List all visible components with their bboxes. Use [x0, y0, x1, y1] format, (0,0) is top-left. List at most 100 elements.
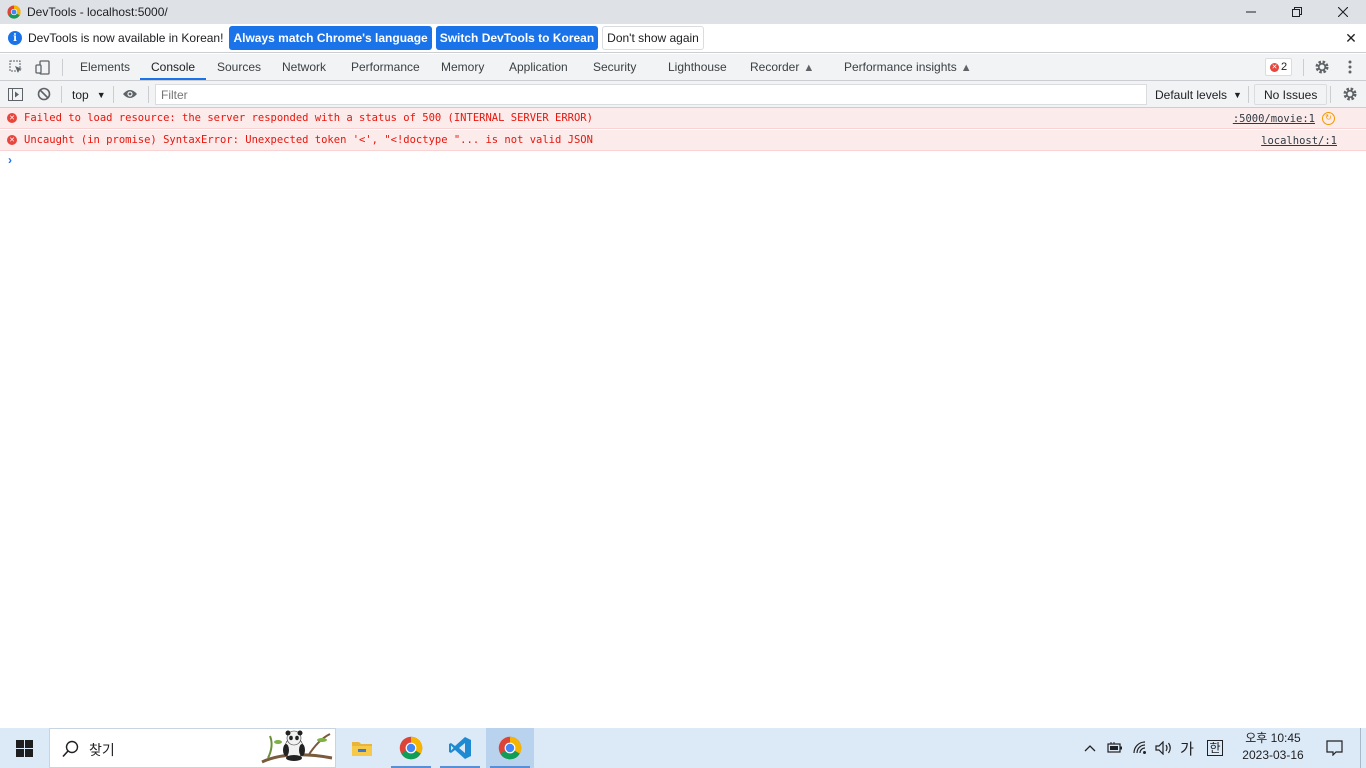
folder-icon — [352, 742, 372, 756]
error-icon: ✕ — [7, 135, 17, 145]
minimize-button[interactable] — [1228, 0, 1274, 24]
error-count: 2 — [1281, 61, 1288, 73]
chrome-devtools-taskbar-button[interactable] — [486, 728, 534, 768]
chevron-down-icon: ▼ — [1233, 89, 1242, 100]
vscode-taskbar-button[interactable] — [436, 728, 484, 768]
error-text: Uncaught (in promise) SyntaxError: Unexp… — [24, 134, 593, 146]
issues-button[interactable]: No Issues — [1254, 84, 1328, 105]
chevron-down-icon: ▼ — [96, 89, 106, 100]
settings-gear-icon[interactable] — [1314, 59, 1330, 75]
log-levels-dropdown[interactable]: Default levels ▼ — [1155, 86, 1242, 103]
taskbar: 찾기 가 한 오후 10:45 2023-03-16 — [0, 728, 1366, 768]
devtools-tab-strip: Elements Console Sources Network Perform… — [0, 54, 1366, 81]
toolbar-divider — [1303, 59, 1304, 76]
show-desktop-button[interactable] — [1360, 728, 1366, 768]
volume-tray-button[interactable] — [1153, 728, 1175, 768]
vscode-icon — [449, 737, 471, 759]
clock-date: 2023-03-16 — [1242, 748, 1304, 762]
tab-network[interactable]: Network — [271, 54, 337, 80]
close-icon — [1338, 7, 1348, 17]
context-value: top — [72, 87, 89, 102]
toolbar-divider — [148, 86, 149, 103]
infobar-message: DevTools is now available in Korean! — [28, 31, 224, 45]
always-match-language-button[interactable]: Always match Chrome's language — [229, 26, 432, 50]
chrome-icon — [7, 5, 21, 19]
title-bar: DevTools - localhost:5000/ — [0, 0, 1366, 24]
error-count-badge[interactable]: ✕ 2 — [1265, 58, 1293, 76]
device-toolbar-icon[interactable] — [34, 59, 50, 75]
info-icon: i — [8, 31, 22, 45]
network-tray-button[interactable] — [1130, 728, 1152, 768]
chevron-up-icon — [1084, 745, 1096, 752]
clock-time: 오후 10:45 — [1245, 731, 1301, 745]
experiment-flask-icon: ▲ — [960, 62, 972, 74]
toolbar-divider — [1248, 86, 1249, 103]
error-source-link[interactable]: localhost/:1 — [1261, 135, 1337, 147]
tab-performance-insights[interactable]: Performance insights ▲ — [833, 54, 983, 80]
chrome-icon — [498, 736, 522, 760]
dont-show-again-button[interactable]: Don't show again — [602, 26, 704, 50]
windows-logo-icon — [15, 739, 33, 757]
console-error-message: ✕ Failed to load resource: the server re… — [0, 108, 1366, 129]
context-selector[interactable]: top ▼ — [66, 86, 106, 103]
inspect-element-icon[interactable] — [8, 59, 24, 75]
tab-console[interactable]: Console — [140, 54, 207, 80]
show-sidebar-icon[interactable] — [7, 86, 23, 102]
tab-performance[interactable]: Performance — [340, 54, 431, 80]
tab-lighthouse[interactable]: Lighthouse — [657, 54, 738, 80]
console-prompt-icon[interactable]: › — [8, 153, 12, 167]
live-expression-eye-icon[interactable] — [122, 86, 138, 102]
action-center-button[interactable] — [1322, 728, 1346, 768]
tab-performance-insights-label: Performance insights — [844, 60, 957, 74]
tab-memory[interactable]: Memory — [430, 54, 495, 80]
battery-icon — [1107, 742, 1122, 753]
toolbar-divider — [1330, 86, 1331, 103]
console-error-message: ✕ Uncaught (in promise) SyntaxError: Une… — [0, 130, 1366, 151]
language-infobar: i DevTools is now available in Korean! A… — [0, 24, 1366, 53]
taskbar-clock[interactable]: 오후 10:45 2023-03-16 — [1230, 730, 1316, 764]
show-hidden-icons-button[interactable] — [1080, 728, 1100, 768]
tab-elements[interactable]: Elements — [69, 54, 141, 80]
network-request-icon[interactable]: ↻ — [1322, 112, 1335, 125]
clear-console-icon[interactable] — [36, 86, 52, 102]
minimize-icon — [1246, 11, 1256, 13]
search-placeholder: 찾기 — [89, 742, 115, 758]
error-icon: ✕ — [1270, 62, 1279, 72]
error-text: Failed to load resource: the server resp… — [24, 112, 593, 124]
window-title: DevTools - localhost:5000/ — [27, 5, 168, 19]
search-highlight-panda-image[interactable] — [258, 728, 336, 768]
ime-mode-button[interactable]: 한 — [1203, 728, 1227, 768]
restore-button[interactable] — [1274, 0, 1320, 24]
tab-security[interactable]: Security — [582, 54, 647, 80]
ime-mode-label: 한 — [1207, 740, 1223, 756]
console-settings-gear-icon[interactable] — [1342, 86, 1358, 102]
more-options-icon[interactable] — [1342, 59, 1358, 75]
infobar-close-icon[interactable]: ✕ — [1343, 30, 1359, 46]
notification-icon — [1325, 740, 1343, 756]
log-levels-value: Default levels — [1155, 87, 1228, 102]
file-explorer-taskbar-button[interactable] — [338, 728, 386, 768]
chrome-icon — [399, 736, 423, 760]
chrome-taskbar-button[interactable] — [387, 728, 435, 768]
start-button[interactable] — [0, 728, 48, 768]
tab-application[interactable]: Application — [498, 54, 579, 80]
toolbar-divider — [113, 86, 114, 103]
error-source-link[interactable]: :5000/movie:1 — [1233, 113, 1315, 125]
toolbar-divider — [62, 59, 63, 76]
toolbar-divider — [61, 86, 62, 103]
error-icon: ✕ — [7, 113, 17, 123]
ime-language-button[interactable]: 가 — [1176, 728, 1198, 768]
switch-to-korean-button[interactable]: Switch DevTools to Korean — [435, 26, 599, 50]
console-toolbar: top ▼ Default levels ▼ No Issues — [0, 81, 1366, 108]
tab-sources[interactable]: Sources — [206, 54, 272, 80]
experiment-flask-icon: ▲ — [803, 62, 815, 74]
search-icon — [62, 740, 79, 758]
close-window-button[interactable] — [1320, 0, 1366, 24]
filter-input[interactable] — [155, 84, 1147, 105]
restore-icon — [1292, 7, 1302, 17]
tab-recorder-label: Recorder — [750, 60, 800, 74]
wifi-icon — [1133, 741, 1146, 754]
speaker-icon — [1155, 741, 1171, 755]
battery-tray-button[interactable] — [1104, 728, 1126, 768]
tab-recorder[interactable]: Recorder ▲ — [739, 54, 825, 80]
